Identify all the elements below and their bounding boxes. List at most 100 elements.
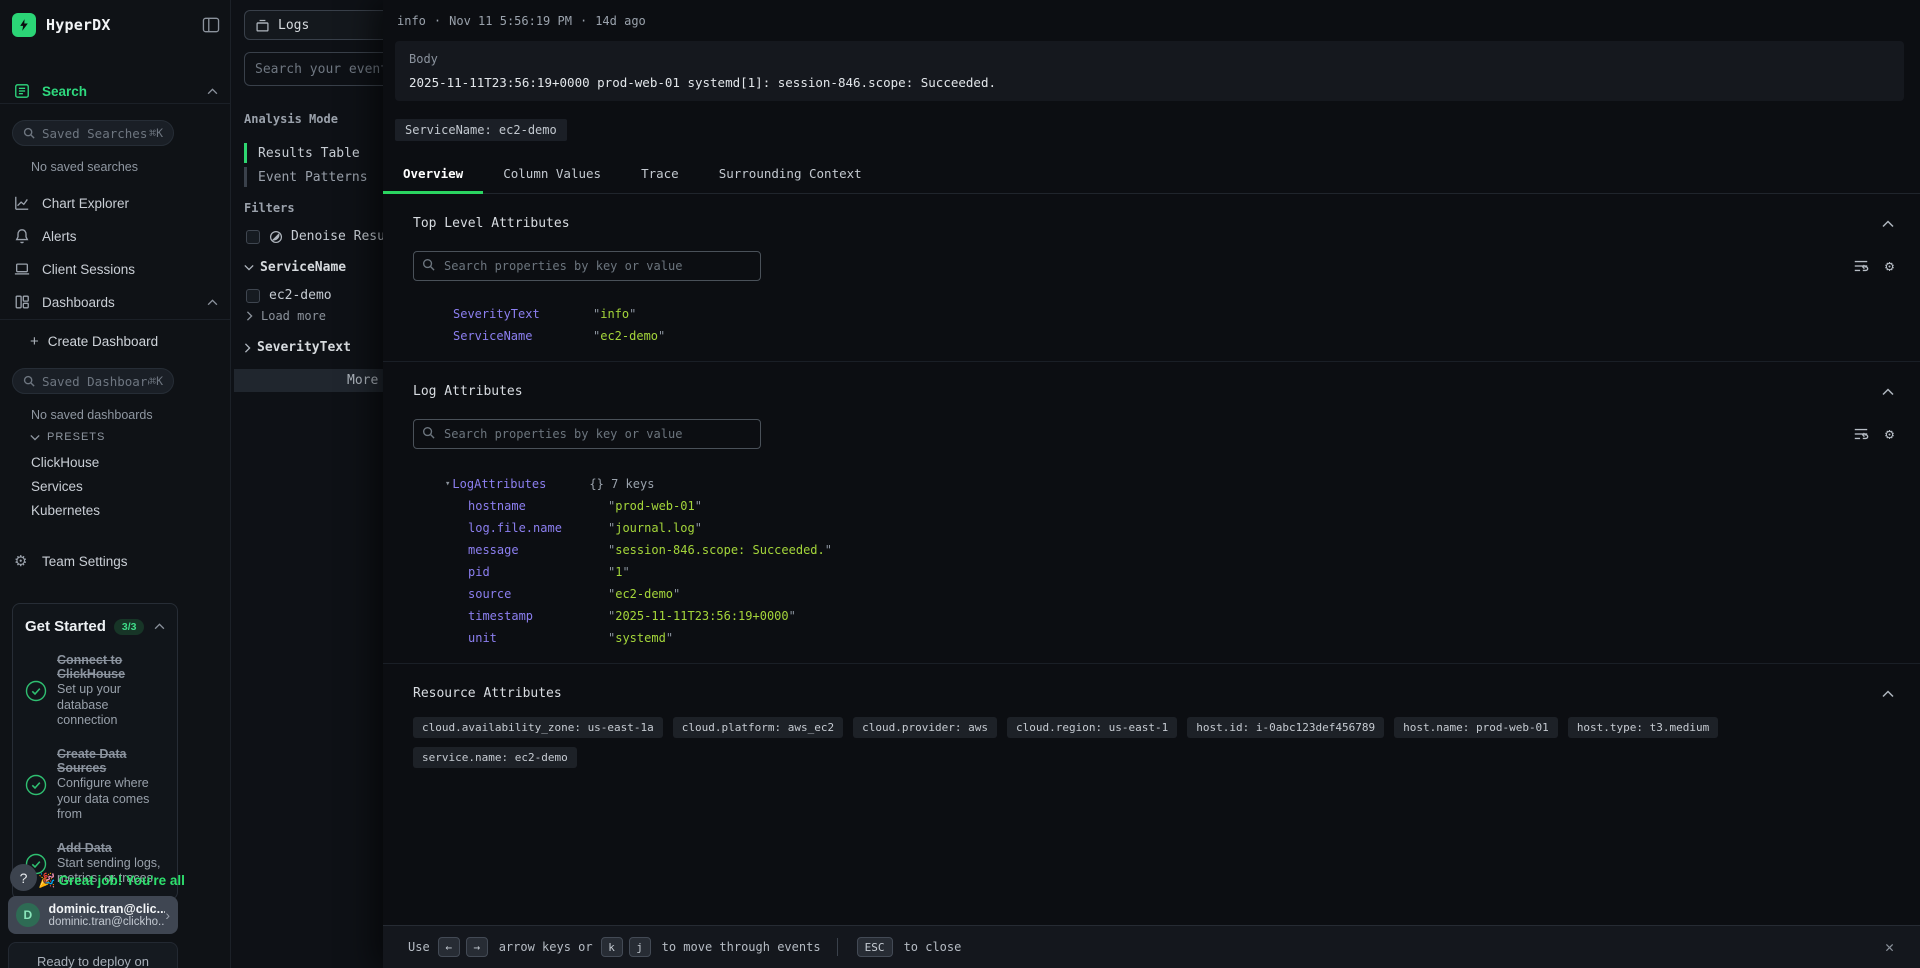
resource-chip[interactable]: cloud.region: us-east-1 (1007, 717, 1177, 738)
sidebar-item-chart-explorer[interactable]: Chart Explorer (14, 190, 218, 216)
chevron-up-icon[interactable] (207, 88, 218, 95)
attribute-value[interactable]: journal.log (608, 521, 702, 535)
resource-chip[interactable]: service.name: ec2-demo (413, 747, 577, 768)
attribute-key[interactable]: hostname (468, 499, 608, 513)
presets-list: ClickHouseServicesKubernetes (0, 450, 230, 522)
resource-chip[interactable]: host.name: prod-web-01 (1394, 717, 1558, 738)
saved-searches-placeholder: Saved Searches (42, 126, 149, 141)
attribute-value[interactable]: session-846.scope: Succeeded. (608, 543, 832, 557)
settings-gear-icon[interactable]: ⚙ (1885, 258, 1894, 274)
presets-toggle[interactable]: PRESETS (30, 431, 105, 443)
chevron-up-icon[interactable] (154, 623, 165, 630)
ec2-demo-checkbox[interactable] (246, 289, 260, 303)
attribute-value[interactable]: ec2-demo (608, 587, 680, 601)
resource-chip[interactable]: host.id: i-0abc123def456789 (1187, 717, 1384, 738)
preset-item[interactable]: Kubernetes (0, 498, 230, 522)
log-detail-panel: info · Nov 11 5:56:19 PM · 14d ago Body … (383, 0, 1920, 968)
attribute-value[interactable]: 1 (608, 565, 630, 579)
settings-gear-icon[interactable]: ⚙ (1885, 426, 1894, 442)
saved-dashboards-input[interactable]: Saved Dashboards ⌘K (12, 368, 174, 394)
attribute-value[interactable]: systemd (608, 631, 673, 645)
mode-event-patterns[interactable]: Event Patterns (244, 166, 368, 188)
attribute-key[interactable]: log.file.name (468, 521, 608, 535)
arrow-left-key: ← (438, 937, 460, 957)
log-attributes-group-row: ▾ LogAttributes {} 7 keys (445, 473, 1894, 495)
help-button[interactable]: ? (10, 864, 37, 891)
chevron-up-icon[interactable] (1882, 388, 1894, 396)
tab-overview[interactable]: Overview (383, 157, 483, 194)
avatar: D (16, 903, 40, 927)
shortcut-badge: ⌘K (149, 374, 163, 388)
gear-icon: ⚙ (14, 552, 31, 570)
resource-chip[interactable]: host.type: t3.medium (1568, 717, 1718, 738)
attribute-key[interactable]: SeverityText (453, 307, 593, 321)
attribute-key[interactable]: ServiceName (453, 329, 593, 343)
service-name-tag[interactable]: ServiceName: ec2-demo (395, 119, 567, 141)
dot-separator: · (580, 14, 587, 28)
tab-surrounding-context[interactable]: Surrounding Context (699, 157, 882, 194)
filter-value-ec2-demo[interactable]: ec2-demo (246, 288, 332, 303)
attribute-key[interactable]: unit (468, 631, 608, 645)
create-dashboard-button[interactable]: + Create Dashboard (30, 333, 158, 350)
filter-group-servicename[interactable]: ServiceName (244, 260, 346, 275)
get-started-tasks: Connect to ClickHouse Set up your databa… (25, 653, 165, 887)
top-level-property-search-input[interactable] (413, 251, 761, 281)
load-more-button[interactable]: Load more (246, 309, 326, 323)
attribute-row: SeverityText info (453, 303, 1894, 325)
get-started-task[interactable]: Connect to ClickHouse Set up your databa… (25, 653, 165, 729)
search-icon (23, 127, 35, 139)
group-name[interactable]: LogAttributes (452, 477, 589, 491)
sidebar-item-alerts[interactable]: Alerts (14, 223, 218, 249)
attribute-value[interactable]: ec2-demo (593, 329, 665, 343)
group-meta: {} 7 keys (589, 477, 654, 491)
log-attributes-property-search-input[interactable] (413, 419, 761, 449)
attribute-value[interactable]: prod-web-01 (608, 499, 702, 513)
top-level-attribute-rows: SeverityText info ServiceName ec2-demo (413, 303, 1894, 347)
saved-searches-input[interactable]: Saved Searches ⌘K (12, 120, 174, 146)
user-name: dominic.tran@clic... (49, 902, 166, 916)
esc-key: ESC (857, 937, 893, 957)
active-mode-indicator (244, 143, 247, 163)
filter-group-severitytext[interactable]: SeverityText (244, 340, 351, 355)
collapse-triangle-icon[interactable]: ▾ (445, 479, 450, 489)
close-icon[interactable]: ✕ (1885, 938, 1894, 956)
resource-chip[interactable]: cloud.availability_zone: us-east-1a (413, 717, 663, 738)
wrap-lines-icon[interactable] (1853, 258, 1869, 274)
deploy-note-card[interactable]: Ready to deploy on (8, 942, 178, 968)
resource-chip[interactable]: cloud.platform: aws_ec2 (673, 717, 843, 738)
deploy-note-text: Ready to deploy on (37, 954, 149, 968)
attribute-key[interactable]: source (468, 587, 608, 601)
task-title: Add Data (57, 841, 165, 855)
preset-item[interactable]: ClickHouse (0, 450, 230, 474)
wrap-lines-icon[interactable] (1853, 426, 1869, 442)
presets-label: PRESETS (47, 431, 105, 443)
attribute-key[interactable]: pid (468, 565, 608, 579)
sidebar-item-dashboards[interactable]: Dashboards (14, 289, 218, 315)
denoise-checkbox[interactable] (246, 230, 260, 244)
tab-trace[interactable]: Trace (621, 157, 699, 194)
sidebar-collapse-icon[interactable] (202, 17, 220, 33)
resource-chip[interactable]: cloud.provider: aws (853, 717, 997, 738)
attribute-key[interactable]: timestamp (468, 609, 608, 623)
chevron-up-icon[interactable] (1882, 220, 1894, 228)
chevron-up-icon[interactable] (1882, 690, 1894, 698)
attribute-value[interactable]: 2025-11-11T23:56:19+0000 (608, 609, 796, 623)
mode-results-table[interactable]: Results Table (244, 142, 360, 164)
user-email: dominic.tran@clickho... (49, 916, 166, 928)
chevron-down-icon (30, 434, 40, 441)
preset-item[interactable]: Services (0, 474, 230, 498)
app-root: HyperDX Search Saved Searches ⌘K No save… (0, 0, 1920, 968)
user-menu[interactable]: D dominic.tran@clic... dominic.tran@clic… (8, 896, 178, 934)
sidebar-item-client-sessions[interactable]: Client Sessions (14, 256, 218, 282)
task-description: Configure where your data comes from (57, 776, 165, 823)
sidebar-item-search[interactable]: Search (14, 78, 218, 104)
tab-column-values[interactable]: Column Values (483, 157, 621, 194)
sidebar-item-label: Client Sessions (42, 262, 135, 277)
get-started-task[interactable]: Create Data Sources Configure where your… (25, 747, 165, 823)
attribute-value[interactable]: info (593, 307, 636, 321)
chevron-up-icon[interactable] (207, 299, 218, 306)
source-selector-button[interactable]: Logs (244, 10, 394, 40)
sidebar-item-team-settings[interactable]: ⚙ Team Settings (14, 548, 218, 574)
denoise-contrast-icon (269, 230, 283, 244)
attribute-key[interactable]: message (468, 543, 608, 557)
